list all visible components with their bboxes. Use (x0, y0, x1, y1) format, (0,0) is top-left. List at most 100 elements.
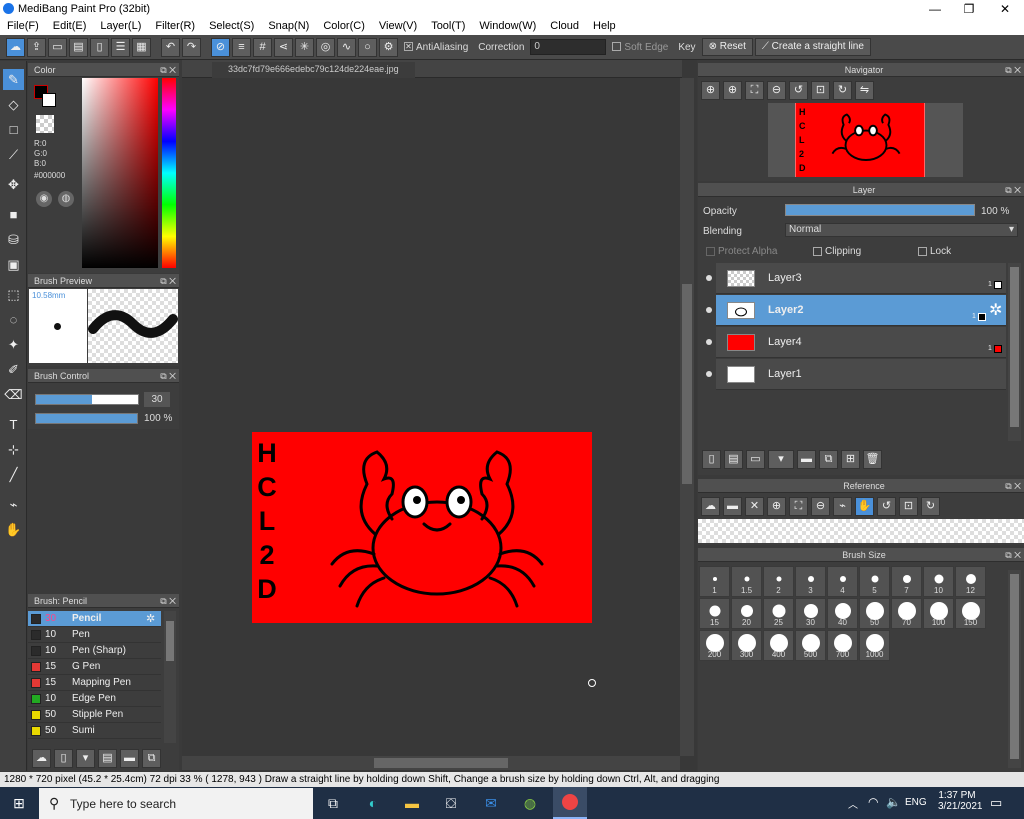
lock-toggle[interactable]: Lock (918, 246, 951, 257)
brush-size-cell[interactable]: 200 (699, 630, 730, 661)
brush-item-pen[interactable]: 10 Pen (28, 627, 161, 643)
flip-icon[interactable]: ⇋ (855, 81, 874, 100)
line-tool-icon[interactable]: ⟋ (3, 144, 24, 165)
text-tool-icon[interactable]: T (3, 414, 24, 435)
menu-edit[interactable]: Edit(E) (46, 18, 94, 35)
transparent-color-swatch[interactable] (36, 115, 54, 133)
comment-icon[interactable]: ▭ (48, 37, 67, 57)
brush-item-pen-sharp[interactable]: 10 Pen (Sharp) (28, 643, 161, 659)
brush-size-cell[interactable]: 150 (955, 598, 986, 629)
clock[interactable]: 1:37 PM 3/21/2021 (938, 790, 983, 812)
layer-settings-icon[interactable]: ✲ (989, 300, 1002, 320)
bucket-tool-icon[interactable]: ⛁ (3, 229, 24, 250)
menu-filter[interactable]: Filter(R) (148, 18, 202, 35)
windows-start-icon[interactable]: ⊞ (8, 792, 30, 814)
brush-file-icon[interactable]: ▤ (98, 749, 117, 768)
panel-close-icon[interactable]: ⧉ ✕ (1005, 479, 1021, 493)
brush-size-slider[interactable] (35, 394, 139, 405)
brush-item-g-pen[interactable]: 15 G Pen (28, 659, 161, 675)
straight-line-button[interactable]: ⟋ Create a straight line (754, 38, 871, 56)
cloud-save-icon[interactable]: ☁ (6, 37, 25, 57)
magic-wand-tool-icon[interactable]: ✦ (3, 334, 24, 355)
eyedropper-tool-icon[interactable]: ⌁ (3, 494, 24, 515)
hand-tool-icon[interactable]: ✋ (3, 519, 24, 540)
maximize-button[interactable]: ❐ (952, 0, 986, 18)
canvas-horizontal-scrollbar[interactable] (182, 756, 680, 770)
reference-open-icon[interactable]: ▬ (723, 497, 742, 516)
edge-browser-icon[interactable]: ◐ (362, 792, 384, 814)
menu-select[interactable]: Select(S) (202, 18, 261, 35)
hue-slider[interactable] (162, 78, 176, 268)
palette-icon[interactable]: ◉ (36, 191, 52, 207)
chevron-up-icon[interactable]: ︿ (848, 796, 858, 811)
brush-size-cell[interactable]: 400 (763, 630, 794, 661)
taskbar-search[interactable]: ⚲ Type here to search (39, 788, 313, 819)
brush-size-cell[interactable]: 50 (859, 598, 890, 629)
select-eraser-tool-icon[interactable]: ⌫ (3, 384, 24, 405)
brush-tool-icon[interactable]: ✎ (3, 69, 24, 90)
visibility-icon[interactable] (706, 275, 712, 281)
panel-close-icon[interactable]: ⧉ ✕ (1005, 548, 1021, 562)
brush-size-cell[interactable]: 7 (891, 566, 922, 597)
brush-size-cell[interactable]: 5 (859, 566, 890, 597)
panel-close-icon[interactable]: ⧉ ✕ (1005, 183, 1021, 197)
snap-radial-icon[interactable]: ✳ (295, 37, 314, 57)
fit-icon[interactable]: ⛶ (745, 81, 764, 100)
add-brush-icon[interactable]: ▾ (76, 749, 95, 768)
duplicate-brush-icon[interactable]: ⧉ (142, 749, 161, 768)
reference-cloud-icon[interactable]: ☁ (701, 497, 720, 516)
menu-cloud[interactable]: Cloud (543, 18, 586, 35)
snap-parallel-icon[interactable]: ≡ (232, 37, 251, 57)
brush-item-pencil[interactable]: 30 Pencil ✲ (28, 611, 161, 627)
brush-size-cell[interactable]: 100 (923, 598, 954, 629)
menu-view[interactable]: View(V) (372, 18, 424, 35)
language-indicator[interactable]: ENG (905, 797, 927, 808)
mail-icon[interactable]: ✉ (480, 792, 502, 814)
soft-edge-toggle[interactable]: Soft Edge (608, 42, 672, 53)
brush-size-cell[interactable]: 70 (891, 598, 922, 629)
brush-size-cell[interactable]: 700 (827, 630, 858, 661)
reference-close-icon[interactable]: ✕ (745, 497, 764, 516)
layer-opacity-slider[interactable] (785, 204, 975, 216)
artboard[interactable]: HCL2D (252, 432, 592, 623)
store-icon[interactable]: ⛋ (440, 792, 462, 814)
list-icon[interactable]: ☰ (111, 37, 130, 57)
brush-size-cell[interactable]: 500 (795, 630, 826, 661)
minimize-button[interactable]: — (918, 0, 952, 18)
divide-tool-icon[interactable]: ╱ (3, 464, 24, 485)
panel-close-icon[interactable]: ⧉ ✕ (160, 594, 176, 608)
task-view-icon[interactable]: ⧉ (322, 792, 344, 814)
volume-icon[interactable]: 🔈 (886, 795, 901, 809)
zoom-in-icon[interactable]: ⊕ (701, 81, 720, 100)
snap-fan-icon[interactable]: ⋖ (274, 37, 293, 57)
brush-size-cell[interactable]: 3 (795, 566, 826, 597)
brush-size-cell[interactable]: 1.5 (731, 566, 762, 597)
app-icon-green[interactable]: ◍ (519, 792, 541, 814)
reference-reset-icon[interactable]: ⊡ (899, 497, 918, 516)
brush-size-cell[interactable]: 25 (763, 598, 794, 629)
brush-size-cell[interactable]: 300 (731, 630, 762, 661)
panel-close-icon[interactable]: ⧉ ✕ (160, 63, 176, 77)
document-tab[interactable]: 33dc7fd79e666edebc79c124de224eae.jpg (212, 62, 415, 78)
canvas-vertical-scrollbar[interactable] (680, 78, 694, 756)
fill-rect-tool-icon[interactable]: ■ (3, 204, 24, 225)
snap-curve-icon[interactable]: ∿ (337, 37, 356, 57)
color-settings-icon[interactable]: ◍ (58, 191, 74, 207)
snap-concentric-icon[interactable]: ◎ (316, 37, 335, 57)
menu-layer[interactable]: Layer(L) (93, 18, 148, 35)
visibility-icon[interactable] (706, 307, 712, 313)
brush-size-cell[interactable]: 1 (699, 566, 730, 597)
brush-size-cell[interactable]: 1000 (859, 630, 890, 661)
rectangle-tool-icon[interactable]: □ (3, 119, 24, 140)
brush-size-scrollbar[interactable] (1008, 570, 1021, 768)
menu-tool[interactable]: Tool(T) (424, 18, 472, 35)
navigator-view[interactable]: HCL2D (768, 103, 963, 177)
menu-file[interactable]: File(F) (0, 18, 46, 35)
soft-edge-checkbox[interactable] (612, 42, 622, 52)
reference-fit-icon[interactable]: ⛶ (789, 497, 808, 516)
brush-opacity-slider[interactable] (35, 413, 138, 424)
page-icon[interactable]: ▯ (90, 37, 109, 57)
blending-select[interactable]: Normal ▾ (785, 223, 1018, 237)
antialiasing-checkbox[interactable]: ✕ (404, 42, 413, 52)
new-layer-icon[interactable]: ▯ (702, 450, 721, 469)
